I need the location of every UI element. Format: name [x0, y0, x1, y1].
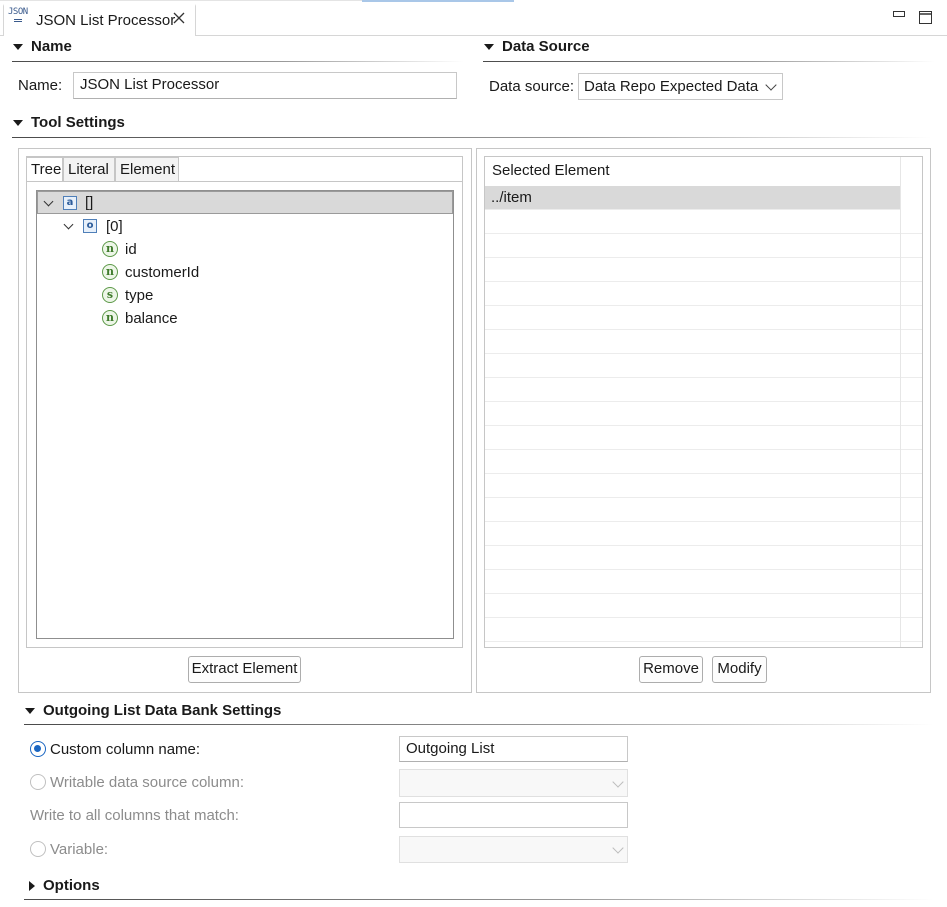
custom-column-label[interactable]: Custom column name:	[50, 741, 200, 758]
table-row-empty	[485, 522, 922, 546]
modify-button[interactable]: Modify	[712, 656, 767, 683]
number-badge-icon: n	[102, 241, 118, 257]
tab-literal-label: Literal	[68, 161, 109, 178]
data-source-section-divider	[483, 61, 935, 62]
tool-settings-divider	[12, 137, 932, 138]
tool-settings-section-title[interactable]: Tool Settings	[31, 114, 125, 131]
object-badge-icon: o	[83, 219, 97, 233]
outgoing-section-divider	[24, 724, 934, 725]
table-row-empty	[485, 426, 922, 450]
string-badge-icon: s	[102, 287, 118, 303]
table-row-empty	[485, 378, 922, 402]
outgoing-section-title[interactable]: Outgoing List Data Bank Settings	[43, 702, 281, 719]
write-all-input[interactable]	[399, 802, 628, 828]
selected-element-table[interactable]: Selected Element ../item	[484, 156, 923, 648]
json-tree[interactable]	[36, 190, 454, 639]
table-row-empty	[485, 474, 922, 498]
custom-column-radio[interactable]	[30, 741, 46, 757]
name-section-title[interactable]: Name	[31, 38, 72, 55]
tab-folder-divider	[26, 181, 463, 182]
table-row-empty	[485, 282, 922, 306]
tool-settings-collapse-toggle-icon[interactable]	[13, 120, 23, 126]
table-row-empty	[485, 546, 922, 570]
tab-tree-label: Tree	[31, 161, 62, 178]
tab-element-label: Element	[120, 161, 176, 178]
table-row-empty	[485, 450, 922, 474]
json-icon-text: JSON	[8, 7, 28, 17]
json-file-icon: JSON	[8, 8, 30, 30]
writable-column-radio[interactable]	[30, 774, 46, 790]
table-row-empty	[485, 210, 922, 234]
data-source-dropdown[interactable]: Data Repo Expected Data	[578, 73, 783, 100]
table-row-empty	[485, 618, 922, 642]
tab-literal[interactable]: Literal	[63, 157, 115, 181]
number-badge-icon: n	[102, 310, 118, 326]
number-badge-icon: n	[102, 264, 118, 280]
options-section-divider	[24, 899, 934, 900]
table-row-empty	[485, 402, 922, 426]
table-row-empty	[485, 258, 922, 282]
name-input[interactable]: JSON List Processor	[73, 72, 457, 99]
table-row-empty	[485, 594, 922, 618]
writable-column-label[interactable]: Writable data source column:	[50, 774, 244, 791]
minimize-icon[interactable]	[893, 11, 905, 21]
tree-object-label: [0]	[106, 218, 123, 235]
tree-leaf-label[interactable]: customerId	[125, 264, 199, 281]
variable-dropdown[interactable]	[399, 836, 628, 863]
table-row-empty	[485, 234, 922, 258]
data-source-value: Data Repo Expected Data	[584, 78, 759, 95]
data-source-section-title[interactable]: Data Source	[502, 38, 590, 55]
tree-row-root[interactable]	[37, 191, 453, 214]
editor-tab-title: JSON List Processor	[36, 12, 176, 29]
extract-element-button[interactable]: Extract Element	[188, 656, 301, 683]
table-row[interactable]: ../item	[485, 186, 900, 210]
column-divider	[900, 157, 901, 647]
table-row-empty	[485, 330, 922, 354]
data-source-collapse-toggle-icon[interactable]	[484, 44, 494, 50]
tree-leaf-label[interactable]: id	[125, 241, 137, 258]
tree-row-object[interactable]	[37, 215, 453, 238]
name-label: Name:	[18, 77, 63, 94]
tab-element[interactable]: Element	[115, 157, 179, 181]
tab-tree[interactable]: Tree	[26, 157, 63, 181]
close-icon[interactable]	[172, 11, 186, 25]
array-badge-icon: a	[63, 196, 77, 210]
tree-leaf-label[interactable]: type	[125, 287, 153, 304]
options-section-title[interactable]: Options	[43, 877, 100, 894]
tree-leaf-label[interactable]: balance	[125, 310, 178, 327]
variable-radio[interactable]	[30, 841, 46, 857]
name-collapse-toggle-icon[interactable]	[13, 44, 23, 50]
variable-label[interactable]: Variable:	[50, 841, 108, 858]
write-all-label: Write to all columns that match:	[30, 807, 239, 824]
top-divider	[0, 0, 362, 1]
options-expand-toggle-icon[interactable]	[29, 881, 35, 891]
top-accent-bar	[362, 0, 514, 2]
table-header: Selected Element	[492, 162, 610, 179]
data-source-label: Data source:	[489, 78, 575, 95]
custom-column-input[interactable]: Outgoing List	[399, 736, 628, 762]
table-row-empty	[485, 498, 922, 522]
remove-button[interactable]: Remove	[639, 656, 703, 683]
outgoing-collapse-toggle-icon[interactable]	[25, 708, 35, 714]
table-row-empty	[485, 306, 922, 330]
writable-column-dropdown[interactable]	[399, 769, 628, 797]
name-section-divider	[12, 61, 464, 62]
tree-root-label: []	[85, 194, 94, 211]
table-row-empty	[485, 354, 922, 378]
table-row-empty	[485, 570, 922, 594]
maximize-icon[interactable]	[919, 11, 932, 24]
